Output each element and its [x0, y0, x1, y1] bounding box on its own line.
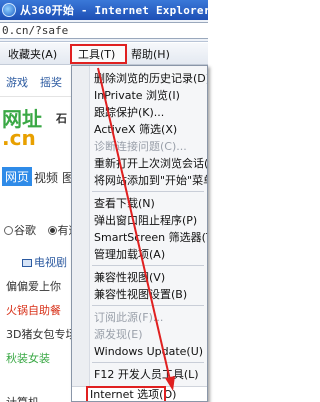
nav-tab-games[interactable]: 游戏: [6, 74, 28, 90]
list-item[interactable]: 秋装女装: [6, 350, 50, 366]
address-bar: 0.cn/?safe: [0, 20, 208, 42]
menu-item-compat-settings[interactable]: 兼容性视图设置(B): [92, 286, 207, 303]
menu-item-delete-history[interactable]: 删除浏览的历史记录(D)...: [92, 70, 207, 87]
tv-category[interactable]: 电视剧: [22, 254, 67, 270]
menu-separator: [92, 265, 204, 266]
menu-item-windows-update[interactable]: Windows Update(U): [92, 343, 207, 360]
menu-bar: 收藏夹(A) 工具(T) 帮助(H): [0, 43, 208, 65]
menu-separator: [92, 191, 204, 192]
window-title: 从360开始 - Internet Explorer, 由360: [20, 4, 256, 17]
menu-item-add-to-start[interactable]: 将网站添加到"开始"菜单(M): [92, 172, 207, 189]
menu-item-internet-options[interactable]: Internet 选项(O): [72, 386, 207, 401]
menu-item-manage-addons[interactable]: 管理加载项(A): [92, 246, 207, 263]
menu-item-subscribe-feed: 订阅此源(F)...: [94, 311, 164, 324]
list-item[interactable]: 3D猪女包专场: [6, 326, 76, 342]
radio-youdao[interactable]: [47, 226, 57, 235]
menu-item-activex-filter[interactable]: ActiveX 筛选(X): [92, 121, 207, 138]
search-engine-radios: 谷歌 有道: [4, 222, 80, 238]
menu-item-diagnose: 诊断连接问题(C)...: [94, 140, 187, 153]
menu-item-tracking-protection[interactable]: 跟踪保护(K)...: [92, 104, 207, 121]
title-bar: 从360开始 - Internet Explorer, 由360: [0, 0, 256, 20]
divider: [0, 96, 76, 97]
menu-item-compat-view[interactable]: 兼容性视图(V): [92, 269, 207, 286]
tv-label: 电视剧: [34, 256, 67, 269]
list-item[interactable]: 偏偏爱上你: [6, 278, 61, 294]
menu-favorites[interactable]: 收藏夹(A): [8, 46, 57, 62]
highlight-box: [86, 386, 166, 401]
search-tab-video[interactable]: 视频: [34, 169, 58, 186]
menu-gutter: [72, 66, 90, 401]
menu-separator: [92, 362, 204, 363]
ie-icon: [2, 3, 16, 17]
tv-icon: [22, 259, 32, 267]
site-nav: 游戏 摇奖: [0, 72, 80, 92]
list-item[interactable]: 计算机: [6, 394, 39, 402]
radio-google-label: 谷歌: [14, 224, 36, 237]
side-text: 石: [56, 112, 67, 125]
menu-item-f12-tools[interactable]: F12 开发人员工具(L): [92, 366, 207, 383]
radio-google[interactable]: [4, 226, 13, 235]
menu-item-smartscreen[interactable]: SmartScreen 筛选器(T): [92, 229, 207, 246]
menu-help[interactable]: 帮助(H): [131, 46, 170, 62]
nav-tab-lottery[interactable]: 摇奖: [40, 74, 62, 90]
search-tabs: 网页 视频 图: [0, 166, 80, 188]
address-input[interactable]: 0.cn/?safe: [0, 22, 208, 39]
menu-item-inprivate[interactable]: InPrivate 浏览(I): [92, 87, 207, 104]
site-logo[interactable]: 网址 .cn: [2, 109, 42, 150]
menu-tools[interactable]: 工具(T): [70, 44, 127, 64]
search-tab-web[interactable]: 网页: [2, 167, 33, 186]
menu-item-downloads[interactable]: 查看下载(N): [92, 195, 207, 212]
menu-item-reopen-session[interactable]: 重新打开上次浏览会话(S): [92, 155, 207, 172]
menu-separator: [92, 305, 204, 306]
logo-suffix: .cn: [2, 126, 36, 150]
menu-item-popup-blocker[interactable]: 弹出窗口阻止程序(P): [92, 212, 207, 229]
list-item[interactable]: 火锅自助餐: [6, 302, 61, 318]
menu-item-feed-discovery: 源发现(E): [94, 328, 143, 341]
tools-dropdown: 删除浏览的历史记录(D)... InPrivate 浏览(I) 跟踪保护(K).…: [71, 65, 208, 402]
